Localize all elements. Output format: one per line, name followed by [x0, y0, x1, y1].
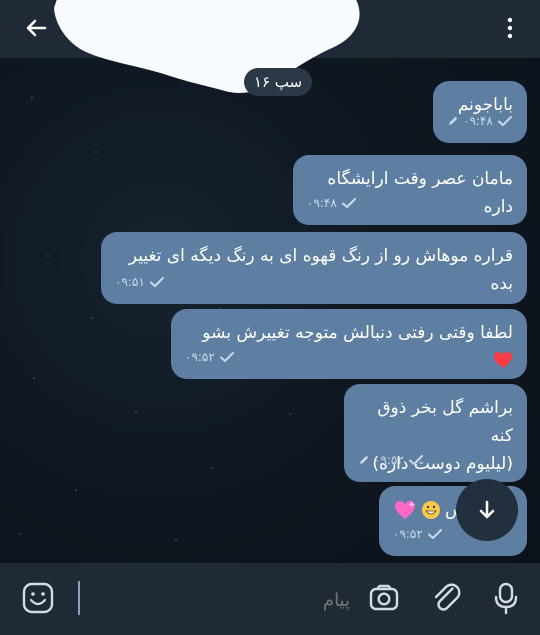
message-time-4: ۰۹:۵۲	[185, 350, 215, 364]
message-text-3: قراره موهاش رو از رنگ قهوه ای به رنگ دیگ…	[128, 246, 513, 294]
edit-pencil-icon	[360, 455, 369, 464]
arrow-left-icon	[26, 19, 47, 37]
message-text-4-content: لطفا وقتی رفتی دنبالش متوجه تغییرش بشو	[202, 323, 513, 343]
check-icon	[497, 116, 512, 126]
message-meta-6: ۰۹:۵۲	[393, 520, 443, 548]
attach-button[interactable]	[428, 580, 464, 616]
message-time-6: ۰۹:۵۲	[393, 527, 423, 541]
message-time-1: ۰۹:۴۸	[463, 114, 493, 128]
microphone-button[interactable]	[490, 580, 522, 616]
message-meta-5: ۰۹:۵۲	[358, 446, 424, 474]
emoji-button[interactable]	[20, 580, 56, 616]
back-button[interactable]	[18, 10, 54, 46]
check-icon	[408, 455, 423, 465]
check-icon	[427, 529, 442, 539]
arrow-down-icon	[479, 500, 495, 519]
message-bubble-5[interactable]: براشم گل بخر ذوق کنه (لیلیوم دوست داره) …	[344, 384, 527, 482]
redaction-shape	[54, 0, 360, 93]
paperclip-icon	[434, 583, 461, 611]
message-bubble-1[interactable]: باباجونم ۰۹:۴۸	[433, 81, 527, 143]
red-heart-icon	[494, 352, 512, 368]
message-meta-1: ۰۹:۴۸	[447, 107, 513, 135]
message-time-5: ۰۹:۵۲	[374, 453, 404, 467]
check-icon	[149, 277, 164, 287]
edit-pencil-icon	[449, 116, 458, 125]
message-input[interactable]	[78, 581, 352, 619]
camera-button[interactable]	[366, 580, 402, 616]
message-bubble-4[interactable]: لطفا وقتی رفتی دنبالش متوجه تغییرش بشو ۰…	[171, 309, 527, 379]
camera-icon	[369, 584, 399, 611]
message-meta-2: ۰۹:۴۸	[307, 189, 357, 217]
message-composer	[0, 563, 540, 635]
date-separator: ۱۶ سپ	[244, 68, 312, 96]
message-time-2: ۰۹:۴۸	[307, 196, 337, 210]
message-bubble-3[interactable]: قراره موهاش رو از رنگ قهوه ای به رنگ دیگ…	[101, 232, 527, 304]
check-icon	[219, 352, 234, 362]
check-icon	[341, 198, 356, 208]
message-meta-3: ۰۹:۵۱	[115, 268, 165, 296]
microphone-icon	[494, 582, 518, 615]
sparkling-heart-icon	[395, 501, 415, 519]
message-time-3: ۰۹:۵۱	[115, 275, 145, 289]
grinning-face-icon	[422, 501, 440, 519]
more-options-button[interactable]	[498, 10, 522, 46]
more-vertical-icon	[507, 17, 513, 39]
scroll-down-button[interactable]	[456, 479, 518, 541]
message-bubble-2[interactable]: مامان عصر وقت ارایشگاه داره ۰۹:۴۸	[293, 155, 527, 225]
emoji-icon	[22, 582, 54, 614]
message-meta-4: ۰۹:۵۲	[185, 343, 235, 371]
